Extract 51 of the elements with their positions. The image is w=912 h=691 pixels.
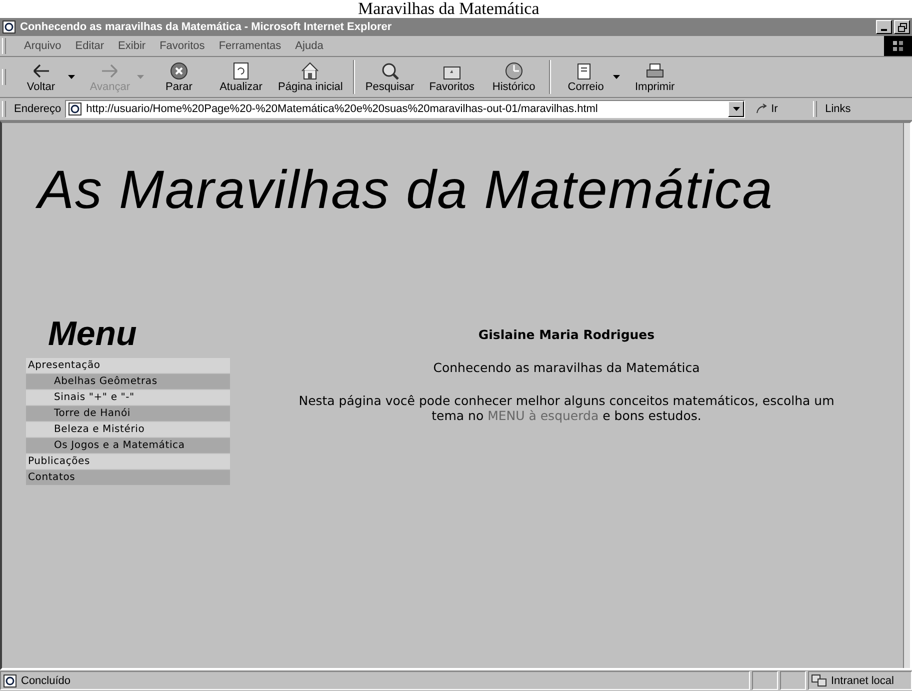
menu-item[interactable]: Ajuda	[295, 40, 324, 52]
toolbar-button[interactable]: Imprimir	[624, 61, 686, 93]
page-caption: Maravilhas da Matemática	[0, 0, 912, 18]
toolbar-button[interactable]: Pesquisar	[358, 61, 421, 93]
page-icon	[3, 674, 17, 688]
scrollbar[interactable]	[903, 123, 910, 668]
subtitle: Conhecendo as maravilhas da Matemática	[432, 360, 701, 375]
page-icon	[68, 102, 82, 116]
menu-item[interactable]: Exibir	[118, 40, 146, 52]
menu-item[interactable]: Editar	[75, 40, 104, 52]
dropdown-arrow-icon[interactable]	[612, 75, 620, 79]
toolbar-button[interactable]: Histórico	[482, 61, 545, 93]
dropdown-arrow-icon	[732, 107, 740, 111]
stop-icon	[168, 61, 190, 81]
dropdown-button[interactable]	[728, 101, 744, 117]
toolbar-button[interactable]: Favoritos	[420, 61, 483, 93]
address-field[interactable]: http://usuario/Home%20Page%20-%20Matemática%20e%20suas%20maravilhas-out-01/maravilhas.html	[65, 100, 746, 118]
menu-title: Menu	[48, 315, 138, 354]
toolbar-button[interactable]: Correio	[554, 61, 617, 93]
minimize-button[interactable]	[876, 20, 892, 34]
toolbar-button[interactable]: Atualizar	[210, 61, 272, 93]
go-button[interactable]: Ir	[749, 102, 810, 116]
nav-link[interactable]: Contatos	[26, 470, 230, 485]
menu-item[interactable]: Favoritos	[160, 40, 205, 52]
links-button[interactable]: Links	[825, 103, 851, 115]
browser-icon	[2, 20, 16, 34]
address-label: Endereço	[14, 103, 62, 115]
maximize-button[interactable]	[894, 20, 910, 34]
go-arrow-icon	[755, 103, 770, 115]
toolbar-button[interactable]: Página inicial	[272, 61, 349, 93]
nav-link[interactable]: Abelhas Geômetras	[26, 374, 230, 389]
dropdown-arrow-icon[interactable]	[68, 75, 75, 79]
toolbar-button[interactable]: Voltar	[10, 61, 72, 93]
nav-link[interactable]: Beleza e Mistério	[26, 422, 230, 437]
nav-link[interactable]: Publicações	[26, 454, 230, 469]
network-icon	[811, 674, 827, 688]
zone-indicator: Intranet local	[808, 671, 912, 690]
nav-link[interactable]: Os Jogos e a Matemática	[26, 438, 230, 453]
window-title: Conhecendo as maravilhas da Matemática - Microsoft Internet Explorer	[20, 21, 393, 33]
nav-link[interactable]: Apresentação	[26, 358, 230, 373]
status-text: Concluído	[21, 674, 71, 686]
menu-item[interactable]: Ferramentas	[218, 40, 282, 52]
history-icon	[502, 61, 525, 81]
nav-link[interactable]: Sinais "+" e "-"	[26, 390, 230, 405]
toolbar-button[interactable]: Parar	[148, 61, 210, 93]
page-heading: As Maravilhas da Matemática	[38, 159, 903, 259]
intro-paragraph: Nesta página você pode conhecer melhor alguns conceitos matemáticos, escolha um tema no MENU à esquerda e bons estudos.	[298, 393, 836, 423]
restore-icon	[898, 22, 906, 32]
menu-item[interactable]: Arquivo	[24, 40, 62, 52]
author-name: Gislaine Maria Rodrigues	[477, 327, 656, 342]
nav-link[interactable]: Torre de Hanói	[26, 406, 230, 421]
